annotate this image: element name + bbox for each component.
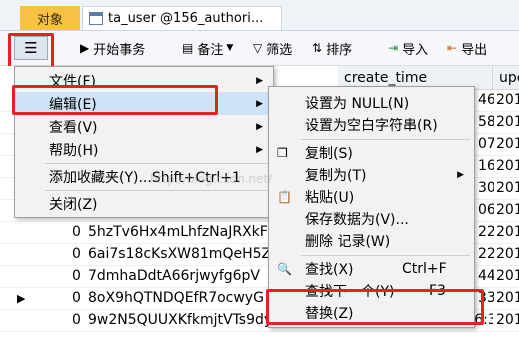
menu-item-label: 关闭(Z) bbox=[49, 196, 98, 213]
import-icon: ⇥ bbox=[388, 41, 399, 55]
import-button[interactable]: ⇥ 导入 bbox=[388, 38, 428, 58]
sort-label: 排序 bbox=[326, 42, 353, 58]
filter-icon: ▽ bbox=[253, 41, 263, 55]
cell-num[interactable]: 0 bbox=[72, 246, 86, 262]
menu-item-view[interactable]: 查看(V) ▶ bbox=[15, 115, 273, 138]
cell-upc[interactable]: 201 bbox=[496, 290, 519, 306]
submenu-arrow-icon: ▶ bbox=[457, 169, 464, 180]
highlight-box-edit bbox=[12, 85, 218, 115]
cell-time-fragment[interactable]: 22 bbox=[478, 224, 494, 240]
menu-item-save-data-as[interactable]: 保存数据为(V)... bbox=[269, 207, 474, 230]
cell-time-fragment[interactable]: 22 bbox=[478, 246, 494, 262]
menu-item-delete-record[interactable]: 删除 记录(W) bbox=[269, 229, 474, 252]
menu-item-close[interactable]: 关闭(Z) bbox=[15, 192, 273, 215]
cell-num[interactable]: 0 bbox=[72, 224, 86, 240]
export-button[interactable]: ⇤ 导出 bbox=[447, 38, 487, 58]
cell-time-fragment[interactable]: 46 bbox=[478, 92, 494, 108]
menu-item-set-null[interactable]: 设置为 NULL(N) bbox=[269, 91, 474, 114]
find-icon: 🔍 bbox=[277, 261, 292, 276]
tab-ta-user-label: ta_user @156_authori... bbox=[108, 11, 264, 26]
menu-item-label: 复制为(T) bbox=[305, 167, 367, 184]
cell-upc[interactable]: 201 bbox=[496, 92, 519, 108]
tab-ta-user[interactable]: ta_user @156_authori... bbox=[82, 6, 282, 30]
import-label: 导入 bbox=[402, 42, 429, 58]
menu-item-label: 保存数据为(V)... bbox=[305, 211, 409, 228]
copy-icon: ❐ bbox=[277, 145, 288, 160]
begin-transaction-button[interactable]: ▶ 开始事务 bbox=[80, 38, 145, 58]
menu-item-label: 查找(X) bbox=[305, 261, 354, 278]
cell-time-fragment[interactable]: 44 bbox=[478, 268, 494, 284]
note-icon: ▤ bbox=[182, 41, 194, 55]
cell-time-fragment[interactable]: 07 bbox=[478, 136, 494, 152]
paste-icon: 📋 bbox=[277, 189, 292, 204]
cell-time-fragment[interactable]: 16 bbox=[478, 158, 494, 174]
menu-item-label: 删除 记录(W) bbox=[305, 233, 391, 250]
menu-separator bbox=[301, 255, 470, 256]
column-header-upc[interactable]: upc bbox=[493, 66, 519, 90]
cell-time-fragment[interactable]: 30 bbox=[478, 180, 494, 196]
note-dropdown-icon: ▼ bbox=[226, 43, 234, 53]
cell-code[interactable]: 5hzTv6Hx4mLhfzNaJRXkF bbox=[88, 224, 298, 240]
cell-upc[interactable]: 201 bbox=[496, 158, 519, 174]
menu-item-copy[interactable]: ❐ 复制(S) bbox=[269, 141, 474, 164]
begin-transaction-icon: ▶ bbox=[80, 41, 90, 55]
highlight-box-replace bbox=[266, 289, 484, 325]
watermark: http://blog.csdn.net/ bbox=[150, 172, 273, 186]
cell-time-fragment[interactable]: 06 bbox=[478, 202, 494, 218]
tab-objects[interactable]: 对象 bbox=[20, 6, 80, 30]
cell-num[interactable]: 0 bbox=[72, 290, 86, 306]
cell-upc[interactable]: 201 bbox=[496, 136, 519, 152]
cell-num[interactable]: 0 bbox=[72, 312, 86, 328]
menu-item-label: 粘贴(U) bbox=[305, 189, 355, 206]
menu-item-label: 复制(S) bbox=[305, 145, 353, 162]
cell-upc[interactable]: 201 bbox=[496, 224, 519, 240]
menu-separator bbox=[45, 190, 269, 191]
cell-num[interactable]: 0 bbox=[72, 268, 86, 284]
highlight-box-menu-button bbox=[8, 33, 54, 69]
shortcut-label: Ctrl+F bbox=[402, 260, 447, 277]
cell-upc[interactable]: 201 bbox=[496, 114, 519, 130]
export-label: 导出 bbox=[461, 42, 488, 58]
cell-code[interactable]: 6ai7s18cKsXW81mQeH5Z bbox=[88, 246, 298, 262]
menu-item-find[interactable]: 🔍 查找(X) Ctrl+F bbox=[269, 257, 474, 280]
menu-item-label: 设置为空白字符串(R) bbox=[305, 117, 438, 134]
menu-item-label: 查看(V) bbox=[49, 119, 98, 136]
menu-separator bbox=[301, 139, 470, 140]
submenu-arrow-icon: ▶ bbox=[256, 98, 263, 109]
cell-upc[interactable]: 201 bbox=[496, 268, 519, 284]
submenu-arrow-icon: ▶ bbox=[256, 144, 263, 155]
filter-label: 筛选 bbox=[266, 42, 293, 58]
menu-item-label: 帮助(H) bbox=[49, 142, 99, 159]
note-label: 备注 bbox=[197, 42, 224, 58]
cell-time-fragment[interactable]: 58 bbox=[478, 114, 494, 130]
cell-upc[interactable]: 201 bbox=[496, 180, 519, 196]
export-icon: ⇤ bbox=[447, 41, 458, 55]
filter-button[interactable]: ▽ 筛选 bbox=[253, 38, 292, 58]
menu-item-help[interactable]: 帮助(H) ▶ bbox=[15, 138, 273, 161]
table-icon bbox=[89, 12, 103, 25]
cell-upc[interactable]: 201 bbox=[496, 202, 519, 218]
submenu-arrow-icon: ▶ bbox=[256, 75, 263, 86]
current-row-marker-icon: ▶ bbox=[17, 292, 26, 305]
cell-upc[interactable]: 201 bbox=[496, 312, 519, 328]
menu-item-set-empty-string[interactable]: 设置为空白字符串(R) bbox=[269, 113, 474, 136]
cell-code[interactable]: 7dmhaDdtA66rjwyfg6pV bbox=[88, 268, 298, 284]
note-button[interactable]: ▤ 备注 ▼ bbox=[182, 38, 233, 58]
menu-item-label: 设置为 NULL(N) bbox=[305, 95, 410, 112]
sort-button[interactable]: ⇅ 排序 bbox=[312, 38, 352, 58]
cell-upc[interactable]: 201 bbox=[496, 246, 519, 262]
submenu-arrow-icon: ▶ bbox=[256, 121, 263, 132]
menu-item-copy-as[interactable]: 复制为(T) ▶ bbox=[269, 163, 474, 186]
begin-transaction-label: 开始事务 bbox=[93, 42, 146, 58]
sort-icon: ⇅ bbox=[312, 41, 323, 55]
menu-item-paste[interactable]: 📋 粘贴(U) bbox=[269, 185, 474, 208]
menu-separator bbox=[45, 163, 269, 164]
